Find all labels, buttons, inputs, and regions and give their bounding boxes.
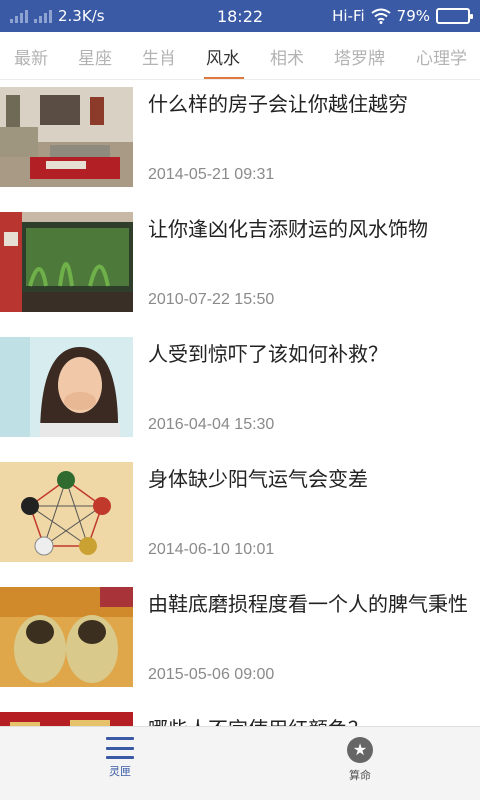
nav-label-fortune: 算命 <box>349 769 371 782</box>
nav-item-fortune[interactable]: ★ 算命 <box>300 737 420 783</box>
article-item[interactable]: 身体缺少阳气运气会变差 2014-06-10 10:01 <box>0 455 480 580</box>
article-thumbnail-aquarium <box>0 212 133 312</box>
network-label: Hi-Fi <box>332 7 365 25</box>
status-right: Hi-Fi 79% <box>332 7 473 25</box>
article-thumbnail-red-items <box>0 712 133 726</box>
wifi-icon <box>371 8 391 24</box>
battery-icon <box>436 8 473 24</box>
nav-label-lingxia: 灵匣 <box>109 765 131 778</box>
tab-fengshui[interactable]: 风水 <box>206 44 240 69</box>
article-date: 2014-05-21 09:31 <box>148 166 275 183</box>
category-tabs: 最新 星座 生肖 风水 相术 塔罗牌 心理学 <box>0 32 480 80</box>
article-thumbnail-living-room <box>0 87 133 187</box>
tab-psychology[interactable]: 心理学 <box>416 44 467 69</box>
article-item[interactable]: 让你逢凶化吉添财运的风水饰物 2010-07-22 15:50 <box>0 205 480 330</box>
article-item[interactable]: 人受到惊吓了该如何补救？ 2016-04-04 15:30 <box>0 330 480 455</box>
signal-icon-2 <box>34 9 52 23</box>
article-date: 2014-06-10 10:01 <box>148 541 275 558</box>
tab-physiognomy[interactable]: 相术 <box>270 44 304 69</box>
tab-zodiac[interactable]: 星座 <box>78 44 112 69</box>
article-date: 2016-04-04 15:30 <box>148 416 275 433</box>
battery-percent: 79% <box>396 7 430 25</box>
tab-latest[interactable]: 最新 <box>14 44 48 69</box>
article-item[interactable]: 由鞋底磨损程度看一个人的脾气秉性 2015-05-06 09:00 <box>0 580 480 705</box>
article-thumbnail-five-elements-chart <box>0 462 133 562</box>
bottom-nav: 灵匣 ★ 算命 <box>0 726 480 800</box>
article-thumbnail-worn-shoes <box>0 587 133 687</box>
article-title: 哪些人不宜使用红颜色？ <box>148 715 468 726</box>
status-left: 2.3K/s <box>10 7 105 25</box>
status-bar: 2.3K/s 18:22 Hi-Fi 79% <box>0 0 480 32</box>
signal-icon <box>10 9 28 23</box>
tab-tarot[interactable]: 塔罗牌 <box>334 44 385 69</box>
network-speed: 2.3K/s <box>58 7 105 25</box>
article-title: 人受到惊吓了该如何补救？ <box>148 342 388 366</box>
nav-item-lingxia[interactable]: 灵匣 <box>60 737 180 779</box>
article-title: 由鞋底磨损程度看一个人的脾气秉性 <box>148 592 468 616</box>
article-date: 2010-07-22 15:50 <box>148 291 275 308</box>
star-icon: ★ <box>347 737 373 763</box>
menu-icon <box>106 737 134 759</box>
article-title: 身体缺少阳气运气会变差 <box>148 467 368 491</box>
article-item[interactable]: 什么样的房子会让你越住越穷 2014-05-21 09:31 <box>0 80 480 205</box>
article-thumbnail-startled-woman <box>0 337 133 437</box>
article-item[interactable]: 哪些人不宜使用红颜色？ <box>0 705 480 726</box>
tab-chinese-zodiac[interactable]: 生肖 <box>142 44 176 69</box>
article-feed: 什么样的房子会让你越住越穷 2014-05-21 09:31 让你逢凶化吉添财运… <box>0 80 480 726</box>
article-date: 2015-05-06 09:00 <box>148 666 275 683</box>
article-title: 让你逢凶化吉添财运的风水饰物 <box>148 217 428 241</box>
article-title: 什么样的房子会让你越住越穷 <box>148 92 408 116</box>
